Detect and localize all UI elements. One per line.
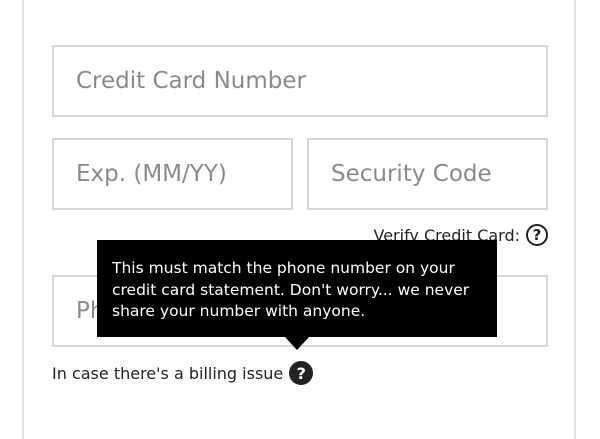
tooltip-line: credit card statement. Don't worry... we… bbox=[112, 280, 470, 299]
security-code-input[interactable] bbox=[307, 138, 548, 210]
phone-help-tooltip: This must match the phone number on your… bbox=[97, 240, 497, 337]
question-circle-outline-icon[interactable]: ? bbox=[526, 224, 548, 246]
tooltip-line: share your number with anyone. bbox=[112, 302, 366, 320]
tooltip-arrow bbox=[285, 337, 309, 350]
billing-issue-row: In case there's a billing issue ? bbox=[52, 360, 314, 386]
tooltip-line: This must match the phone number on your bbox=[112, 259, 455, 277]
expiration-date-input[interactable] bbox=[52, 138, 293, 210]
credit-card-number-input[interactable] bbox=[52, 45, 548, 117]
question-circle-filled-icon[interactable]: ? bbox=[289, 361, 314, 385]
billing-issue-label: In case there's a billing issue bbox=[52, 363, 284, 383]
